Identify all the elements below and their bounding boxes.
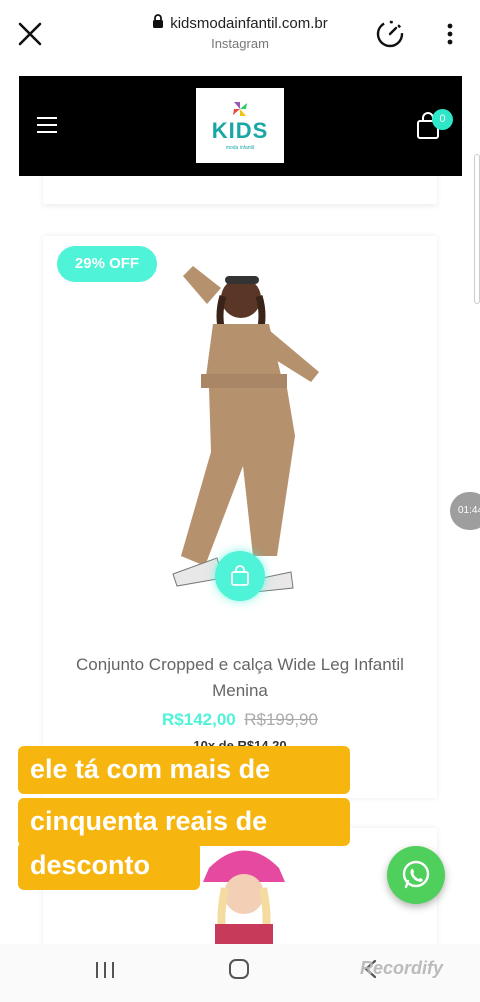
cart-count-badge: 0 — [432, 109, 453, 130]
price-row: R$142,00 R$199,90 — [43, 710, 437, 730]
shopping-bag-icon — [231, 565, 249, 586]
product-card[interactable]: 29% OFF Conjunto Cropped e calça Wide Le… — [43, 236, 437, 798]
pinwheel-icon — [233, 102, 247, 116]
product-old-price: R$199,90 — [244, 710, 318, 729]
timer-icon[interactable] — [374, 18, 406, 50]
recents-icon[interactable] — [94, 960, 116, 980]
quick-add-bag-button[interactable] — [215, 551, 265, 601]
url-source: Instagram — [211, 36, 269, 51]
url-area[interactable]: kidsmodainfantil.com.br Instagram — [120, 14, 360, 51]
product-price: R$142,00 — [162, 710, 236, 729]
menu-icon[interactable] — [36, 114, 58, 136]
video-caption-line-1: ele tá com mais de — [18, 746, 350, 794]
more-vert-icon[interactable] — [440, 20, 460, 48]
home-icon[interactable] — [228, 958, 250, 980]
whatsapp-icon — [402, 860, 430, 889]
site-logo[interactable]: KIDS moda infantil — [196, 88, 284, 163]
logo-text: KIDS — [211, 118, 269, 143]
close-icon[interactable] — [16, 20, 44, 48]
lock-icon — [152, 14, 164, 32]
url-domain: kidsmodainfantil.com.br — [170, 14, 328, 32]
video-caption-line-3: desconto — [18, 842, 200, 890]
browser-top-bar: kidsmodainfantil.com.br Instagram — [0, 0, 480, 66]
recordify-watermark: Recordify — [360, 958, 444, 978]
video-caption-line-2: cinquenta reais de — [18, 798, 350, 846]
next-product-image[interactable] — [189, 838, 299, 944]
logo-subtitle: moda infantil — [225, 145, 255, 151]
recording-timer-chip[interactable]: 01:44 — [450, 492, 480, 530]
whatsapp-button[interactable] — [387, 846, 445, 904]
site-header: KIDS moda infantil 0 — [19, 76, 462, 176]
product-title[interactable]: Conjunto Cropped e calça Wide Leg Infant… — [73, 652, 407, 704]
scrollbar[interactable] — [474, 154, 480, 304]
system-nav-bar: Recordify — [0, 944, 480, 1002]
